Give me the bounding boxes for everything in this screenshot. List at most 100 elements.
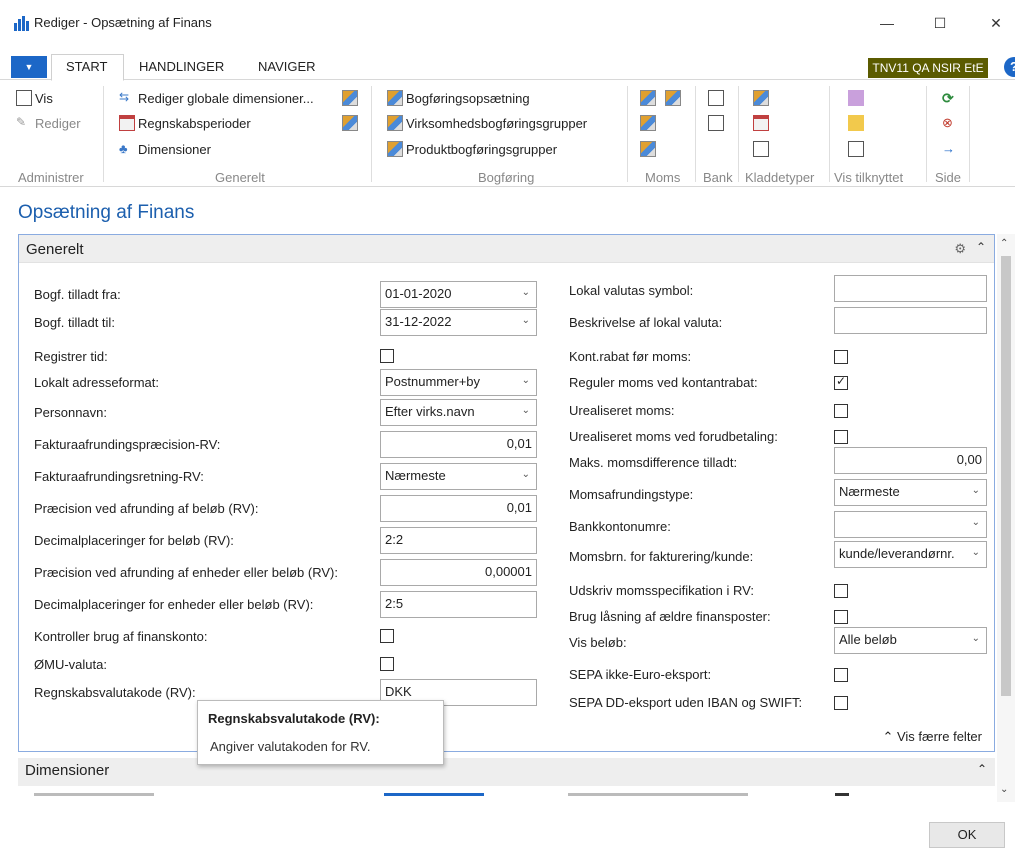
checkbox[interactable] bbox=[380, 349, 394, 363]
vat-report-icon[interactable] bbox=[640, 141, 656, 157]
field-label: Decimalplaceringer for enheder eller bel… bbox=[34, 597, 314, 612]
field-value: Alle beløb bbox=[839, 632, 897, 647]
text-field[interactable] bbox=[834, 275, 987, 302]
clear-filter-icon[interactable]: ⊗ bbox=[942, 115, 958, 131]
company-badge[interactable]: TNV11 QA NSIR EtE bbox=[868, 58, 988, 78]
setup-icon[interactable] bbox=[342, 90, 358, 106]
refresh-icon[interactable]: ⟳ bbox=[942, 90, 958, 106]
maximize-button[interactable]: ☐ bbox=[930, 14, 950, 32]
field-value: 31-12-2022 bbox=[385, 314, 452, 329]
field-label: Decimalplaceringer for beløb (RV): bbox=[34, 533, 234, 548]
checkbox[interactable] bbox=[834, 350, 848, 364]
tab-naviger[interactable]: NAVIGER bbox=[258, 59, 316, 74]
chevron-up-icon[interactable]: ⌃ bbox=[976, 240, 986, 254]
scroll-thumb[interactable] bbox=[1001, 256, 1011, 696]
dropdown-field[interactable]: ⌄ bbox=[834, 511, 987, 538]
setup-icon[interactable] bbox=[342, 115, 358, 131]
group-label-bogforing: Bogføring bbox=[478, 170, 535, 185]
journal-batch-icon[interactable] bbox=[753, 115, 769, 131]
vat-setup-icon[interactable] bbox=[640, 90, 656, 106]
ok-button[interactable]: OK bbox=[929, 822, 1005, 848]
dropdown-field[interactable]: Alle beløb ⌄ bbox=[834, 627, 987, 654]
app-menu-button[interactable]: ▼ bbox=[11, 56, 47, 78]
posting-group-icon bbox=[387, 115, 403, 131]
dropdown-field[interactable]: kunde/leverandørnr. ⌄ bbox=[834, 541, 987, 568]
chevron-down-icon[interactable]: ⌄ bbox=[972, 517, 980, 528]
chevron-down-icon[interactable]: ⌄ bbox=[522, 405, 530, 416]
link-icon[interactable] bbox=[848, 141, 864, 157]
dropdown-field[interactable]: Efter virks.navn ⌄ bbox=[380, 399, 537, 426]
text-field[interactable]: 0,00 bbox=[834, 447, 987, 474]
rediger-button[interactable]: ✎ Rediger bbox=[16, 115, 81, 131]
field-value: Nærmeste bbox=[385, 468, 446, 483]
checkbox[interactable] bbox=[834, 610, 848, 624]
checkbox[interactable] bbox=[834, 668, 848, 682]
ribbon-separator bbox=[695, 86, 696, 182]
show-fewer-fields-link[interactable]: ⌃ Vis færre felter bbox=[882, 729, 982, 745]
checkbox[interactable] bbox=[834, 584, 848, 598]
dimensioner-button[interactable]: ♣ Dimensioner bbox=[119, 141, 211, 157]
bank-export-icon[interactable] bbox=[708, 90, 724, 106]
field-value: kunde/leverandørnr. bbox=[839, 546, 955, 561]
field-value: 2:5 bbox=[385, 596, 404, 611]
field-value: 01-01-2020 bbox=[385, 286, 452, 301]
tab-handlinger[interactable]: HANDLINGER bbox=[139, 59, 224, 74]
minimize-button[interactable]: — bbox=[877, 14, 897, 32]
bank-format-icon[interactable] bbox=[708, 115, 724, 131]
dropdown-field[interactable]: Nærmeste ⌄ bbox=[834, 479, 987, 506]
text-field[interactable]: 2:5 bbox=[380, 591, 537, 618]
dropdown-field[interactable]: Nærmeste ⌄ bbox=[380, 463, 537, 490]
field-value: 0,01 bbox=[506, 436, 532, 451]
chevron-down-icon[interactable]: ⌄ bbox=[972, 485, 980, 496]
bogforingsopsaetning-button[interactable]: Bogføringsopsætning bbox=[387, 90, 530, 106]
ribbon-separator bbox=[103, 86, 104, 182]
field-label: Brug låsning af ældre finansposter: bbox=[569, 609, 771, 624]
scroll-up-icon[interactable]: ⌃ bbox=[1000, 238, 1008, 249]
text-field[interactable] bbox=[834, 307, 987, 334]
calendar-icon bbox=[119, 115, 135, 131]
fasttab-header[interactable]: Generelt ⚙ ⌃ bbox=[19, 235, 994, 263]
rediger-globale-dimensioner-button[interactable]: ⇆ Rediger globale dimensioner... bbox=[119, 90, 314, 106]
chevron-down-icon[interactable]: ⌄ bbox=[972, 547, 980, 558]
chevron-down-icon[interactable]: ⌄ bbox=[522, 315, 530, 326]
field-label: Reguler moms ved kontantrabat: bbox=[569, 375, 758, 390]
checkbox[interactable] bbox=[834, 374, 848, 390]
scroll-down-icon[interactable]: ⌄ bbox=[1000, 784, 1008, 795]
field-label: Bogf. tilladt til: bbox=[34, 315, 115, 330]
journal-icon[interactable] bbox=[753, 141, 769, 157]
field-value: Postnummer+by bbox=[385, 374, 481, 389]
text-field[interactable]: 2:2 bbox=[380, 527, 537, 554]
next-icon[interactable]: → bbox=[942, 141, 958, 157]
checkbox[interactable] bbox=[380, 657, 394, 671]
checkbox[interactable] bbox=[380, 629, 394, 643]
tab-start[interactable]: START bbox=[66, 59, 107, 74]
chevron-down-icon[interactable]: ⌄ bbox=[522, 469, 530, 480]
text-field[interactable]: 0,01 bbox=[380, 431, 537, 458]
journal-template-icon[interactable] bbox=[753, 90, 769, 106]
chevron-up-icon[interactable]: ⌃ bbox=[977, 762, 987, 776]
vertical-scrollbar[interactable]: ⌃ ⌄ bbox=[997, 234, 1015, 802]
checkbox[interactable] bbox=[834, 430, 848, 444]
regnskabsperioder-button[interactable]: Regnskabsperioder bbox=[119, 115, 251, 131]
dropdown-field[interactable]: 31-12-2022 ⌄ bbox=[380, 309, 537, 336]
related-icon[interactable] bbox=[848, 90, 864, 106]
note-icon[interactable] bbox=[848, 115, 864, 131]
dropdown-field[interactable]: 01-01-2020 ⌄ bbox=[380, 281, 537, 308]
chevron-down-icon[interactable]: ⌄ bbox=[522, 287, 530, 298]
fasttab-dimensioner[interactable]: Dimensioner ⌃ bbox=[18, 758, 995, 786]
checkbox[interactable] bbox=[834, 696, 848, 710]
text-field[interactable]: 0,01 bbox=[380, 495, 537, 522]
checkbox[interactable] bbox=[834, 404, 848, 418]
gear-icon[interactable]: ⚙ bbox=[954, 241, 966, 257]
text-field[interactable]: 0,00001 bbox=[380, 559, 537, 586]
chevron-down-icon[interactable]: ⌄ bbox=[972, 633, 980, 644]
vis-button[interactable]: Vis bbox=[16, 90, 53, 106]
dropdown-field[interactable]: Postnummer+by ⌄ bbox=[380, 369, 537, 396]
virksomhedsbogforingsgrupper-button[interactable]: Virksomhedsbogføringsgrupper bbox=[387, 115, 587, 131]
close-button[interactable]: ✕ bbox=[986, 14, 1006, 32]
field-label: Beskrivelse af lokal valuta: bbox=[569, 315, 723, 330]
produktbogforingsgrupper-button[interactable]: Produktbogføringsgrupper bbox=[387, 141, 557, 157]
chevron-down-icon[interactable]: ⌄ bbox=[522, 375, 530, 386]
vat-group-icon[interactable] bbox=[640, 115, 656, 131]
vat-posting-icon[interactable] bbox=[665, 90, 681, 106]
